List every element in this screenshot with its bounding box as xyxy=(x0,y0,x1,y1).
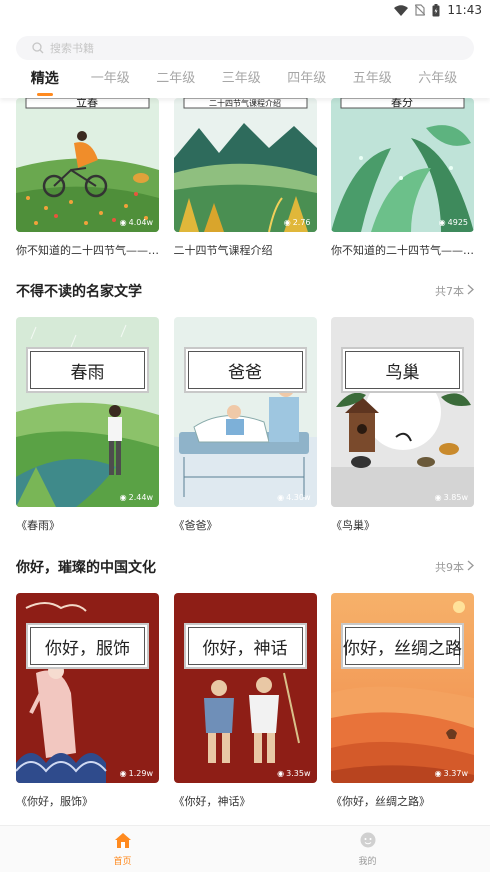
book-title: 《鸟巢》 xyxy=(331,519,375,532)
play-icon: ◉ xyxy=(119,218,127,227)
see-all-link[interactable]: 共9本 xyxy=(435,559,474,575)
search-placeholder: 搜索书籍 xyxy=(50,42,94,55)
book-row-top: 立春 ◉ 4.04w 你不知道的二十四节气——立春 二十四节气课程介绍 ◉ 2.… xyxy=(16,98,474,258)
book-card[interactable]: 春雨 ◉ 2.44w 《春雨》 xyxy=(16,317,159,533)
play-icon: ◉ xyxy=(434,493,442,502)
no-sim-icon xyxy=(415,4,426,16)
book-cover: 你好，丝绸之路 ◉ 3.37w xyxy=(331,593,474,783)
play-icon: ◉ xyxy=(434,769,442,778)
search-input[interactable]: 搜索书籍 xyxy=(16,36,474,60)
nav-home[interactable]: 首页 xyxy=(0,826,245,872)
play-count: ◉ 4.04w xyxy=(119,218,153,227)
book-title: 你不知道的二十四节气——春分 xyxy=(331,244,474,257)
book-card[interactable]: 你好，服饰 ◉ 1.29w 《你好，服饰》 xyxy=(16,593,159,809)
wifi-icon xyxy=(394,4,409,16)
tab-grade-5[interactable]: 五年级 xyxy=(340,64,406,98)
play-count: ◉ 4925 xyxy=(438,218,468,227)
chevron-right-icon xyxy=(467,560,474,574)
book-cover: 爸爸 ◉ 4.30w xyxy=(173,317,317,507)
book-cover: 你好，服饰 ◉ 1.29w xyxy=(16,593,159,783)
see-all-link[interactable]: 共7本 xyxy=(435,283,474,299)
play-count: ◉ 2.76 xyxy=(283,218,311,227)
book-cover: 春雨 ◉ 2.44w xyxy=(16,317,159,507)
book-row-literature: 春雨 ◉ 2.44w 《春雨》 爸爸 ◉ 4.30w 《爸爸》 鸟巢 ◉ 3.8… xyxy=(16,317,474,533)
tab-grade-1[interactable]: 一年级 xyxy=(78,64,144,98)
tab-featured[interactable]: 精选 xyxy=(12,64,78,98)
play-count: ◉ 3.35w xyxy=(277,769,311,778)
book-title: 《春雨》 xyxy=(16,519,60,532)
chevron-right-icon xyxy=(467,284,474,298)
search-icon xyxy=(32,39,44,58)
book-title: 《你好，丝绸之路》 xyxy=(331,795,430,808)
play-icon: ◉ xyxy=(283,218,291,227)
play-count: ◉ 1.29w xyxy=(119,769,153,778)
book-card[interactable]: 你好，神话 ◉ 3.35w 《你好，神话》 xyxy=(173,593,317,809)
book-card[interactable]: 你好，丝绸之路 ◉ 3.37w 《你好，丝绸之路》 xyxy=(331,593,474,809)
tab-grade-2[interactable]: 二年级 xyxy=(143,64,209,98)
play-count: ◉ 2.44w xyxy=(119,493,153,502)
cover-title-plate: 鸟巢 xyxy=(341,347,464,393)
svg-text:立春: 立春 xyxy=(76,98,98,109)
svg-text:二十四节气课程介绍: 二十四节气课程介绍 xyxy=(209,98,281,108)
nav-mine[interactable]: 我的 xyxy=(245,826,490,872)
nav-mine-label: 我的 xyxy=(358,856,377,867)
play-icon: ◉ xyxy=(119,493,127,502)
grade-tabs: 精选 一年级 二年级 三年级 四年级 五年级 六年级 xyxy=(0,64,490,98)
section-title: 不得不读的名家文学 xyxy=(16,284,142,300)
content-scroll[interactable]: 立春 ◉ 4.04w 你不知道的二十四节气——立春 二十四节气课程介绍 ◉ 2.… xyxy=(0,98,490,825)
play-icon: ◉ xyxy=(119,769,127,778)
book-cover: 二十四节气课程介绍 ◉ 2.76 xyxy=(173,98,317,232)
book-cover: 春分 ◉ 4925 xyxy=(331,98,474,232)
book-cover: 立春 ◉ 4.04w xyxy=(16,98,159,232)
bottom-nav: 首页 我的 xyxy=(0,825,490,872)
book-card[interactable]: 春分 ◉ 4925 你不知道的二十四节气——春分 xyxy=(331,98,474,258)
play-icon: ◉ xyxy=(277,493,285,502)
tab-grade-6[interactable]: 六年级 xyxy=(405,64,471,98)
status-bar: 11:43 xyxy=(0,0,490,22)
play-count: ◉ 3.37w xyxy=(434,769,468,778)
profile-icon xyxy=(359,832,377,852)
section-header-literature: 不得不读的名家文学 共7本 xyxy=(16,281,474,301)
book-title: 《你好，服饰》 xyxy=(16,795,93,808)
nav-home-label: 首页 xyxy=(113,856,132,867)
svg-text:春分: 春分 xyxy=(391,98,413,109)
cover-title-plate: 你好，服饰 xyxy=(26,623,149,669)
book-card[interactable]: 二十四节气课程介绍 ◉ 2.76 二十四节气课程介绍 xyxy=(173,98,317,258)
section-title: 你好，璀璨的中国文化 xyxy=(16,560,156,576)
tab-grade-3[interactable]: 三年级 xyxy=(209,64,275,98)
book-row-culture: 你好，服饰 ◉ 1.29w 《你好，服饰》 你好，神话 ◉ 3.35w 《你好，… xyxy=(16,593,474,809)
play-icon: ◉ xyxy=(438,218,446,227)
play-count: ◉ 4.30w xyxy=(277,493,311,502)
book-card[interactable]: 立春 ◉ 4.04w 你不知道的二十四节气——立春 xyxy=(16,98,159,258)
clock-time: 11:43 xyxy=(447,3,482,17)
play-count: ◉ 3.85w xyxy=(434,493,468,502)
book-title: 你不知道的二十四节气——立春 xyxy=(16,244,159,257)
cover-title-plate: 爸爸 xyxy=(183,347,307,393)
book-title: 二十四节气课程介绍 xyxy=(173,244,273,257)
section-header-culture: 你好，璀璨的中国文化 共9本 xyxy=(16,557,474,577)
book-cover: 你好，神话 ◉ 3.35w xyxy=(173,593,317,783)
play-icon: ◉ xyxy=(277,769,285,778)
book-card[interactable]: 爸爸 ◉ 4.30w 《爸爸》 xyxy=(173,317,317,533)
battery-icon xyxy=(432,3,440,17)
book-cover: 鸟巢 ◉ 3.85w xyxy=(331,317,474,507)
book-card[interactable]: 鸟巢 ◉ 3.85w 《鸟巢》 xyxy=(331,317,474,533)
cover-title-plate: 春雨 xyxy=(26,347,149,393)
cover-title-plate: 你好，丝绸之路 xyxy=(341,623,464,669)
tab-grade-4[interactable]: 四年级 xyxy=(274,64,340,98)
home-icon xyxy=(114,832,132,852)
book-title: 《爸爸》 xyxy=(173,519,218,532)
cover-title-plate: 你好，神话 xyxy=(183,623,307,669)
book-title: 《你好，神话》 xyxy=(173,795,251,808)
